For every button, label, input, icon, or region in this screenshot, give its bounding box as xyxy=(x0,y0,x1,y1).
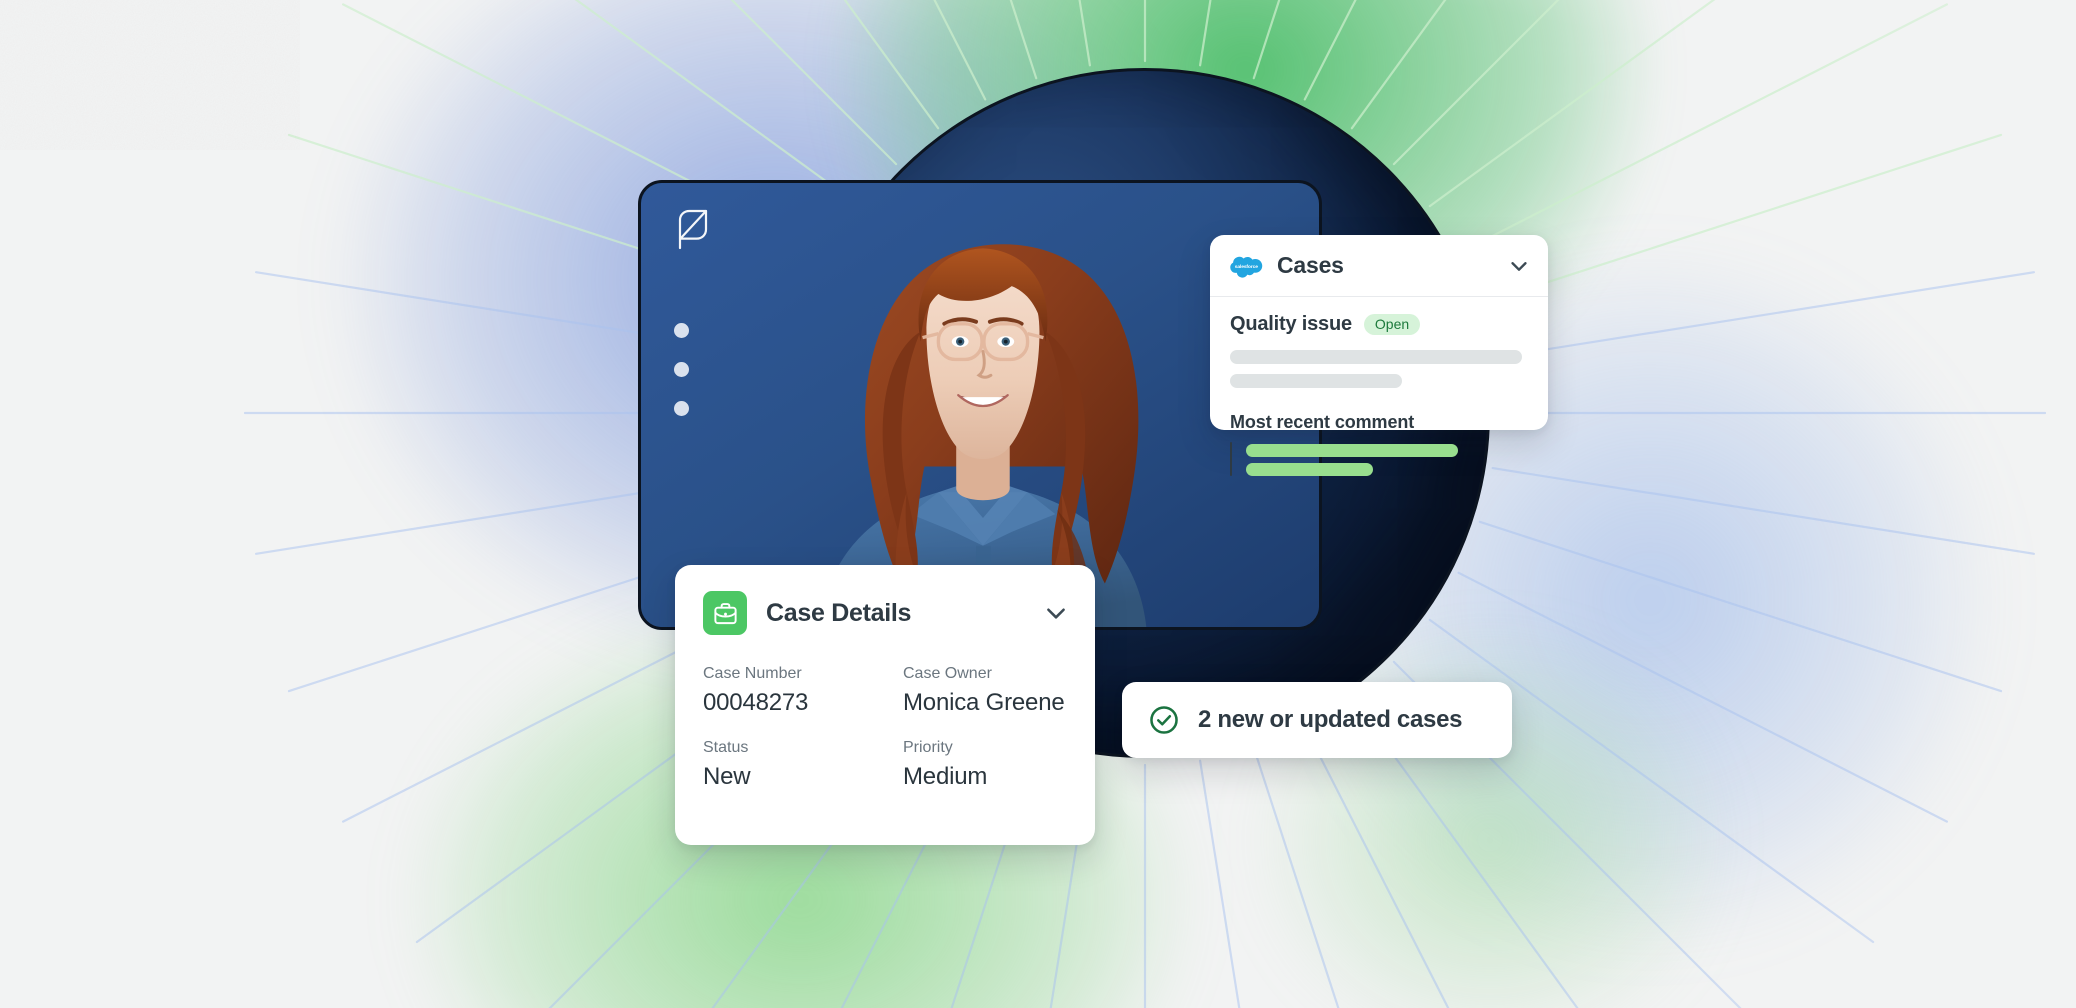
dot-3 xyxy=(674,401,689,416)
field-value: New xyxy=(703,763,751,790)
cases-card-header[interactable]: salesforce Cases xyxy=(1210,235,1548,297)
briefcase-icon xyxy=(703,591,747,635)
status-badge: Open xyxy=(1363,314,1421,335)
dot-1 xyxy=(674,323,689,338)
skeleton-line-long xyxy=(1230,350,1522,364)
field-status: Status New xyxy=(703,739,903,791)
field-case-owner: Case Owner Monica Greene xyxy=(903,665,1067,717)
field-value: Medium xyxy=(903,763,988,790)
cases-card-body: Quality issue Open Most recent comment xyxy=(1210,297,1548,476)
case-details-card[interactable]: Case Details Case Number 00048273 Case O… xyxy=(675,565,1095,845)
check-circle-icon xyxy=(1150,706,1178,734)
field-case-number: Case Number 00048273 xyxy=(703,665,903,717)
field-label: Status xyxy=(703,739,749,756)
most-recent-comment-block xyxy=(1230,442,1528,476)
comment-line-long xyxy=(1246,444,1458,457)
case-subject: Quality issue xyxy=(1230,313,1352,335)
skeleton-line-short xyxy=(1230,374,1402,388)
chevron-down-icon[interactable] xyxy=(1508,255,1530,277)
grain-texture xyxy=(0,0,300,150)
new-cases-toast[interactable]: 2 new or updated cases xyxy=(1122,682,1512,758)
field-value: Monica Greene xyxy=(903,689,1065,716)
cases-card-title: Cases xyxy=(1277,252,1344,278)
case-details-fields: Case Number 00048273 Case Owner Monica G… xyxy=(675,635,1095,791)
toast-message: 2 new or updated cases xyxy=(1198,706,1463,733)
case-subject-row: Quality issue Open xyxy=(1230,313,1528,336)
field-label: Case Number xyxy=(703,665,802,682)
case-details-header[interactable]: Case Details xyxy=(675,565,1095,635)
field-label: Priority xyxy=(903,739,953,756)
svg-text:salesforce: salesforce xyxy=(1235,264,1258,270)
hero-illustration-stage: salesforce Cases Quality issue Open Most… xyxy=(0,0,2076,1008)
quote-accent-bar xyxy=(1230,442,1232,476)
participant-dots xyxy=(674,323,689,416)
salesforce-cloud-icon: salesforce xyxy=(1230,256,1263,278)
comment-line-short xyxy=(1246,463,1373,476)
field-label: Case Owner xyxy=(903,665,992,682)
field-value: 00048273 xyxy=(703,689,809,716)
field-priority: Priority Medium xyxy=(903,739,1067,791)
leaf-icon xyxy=(678,209,708,250)
most-recent-comment-heading: Most recent comment xyxy=(1230,412,1415,432)
case-details-title: Case Details xyxy=(766,598,912,627)
cases-card[interactable]: salesforce Cases Quality issue Open Most… xyxy=(1210,235,1548,476)
dot-2 xyxy=(674,362,689,377)
chevron-down-icon[interactable] xyxy=(1043,600,1069,626)
